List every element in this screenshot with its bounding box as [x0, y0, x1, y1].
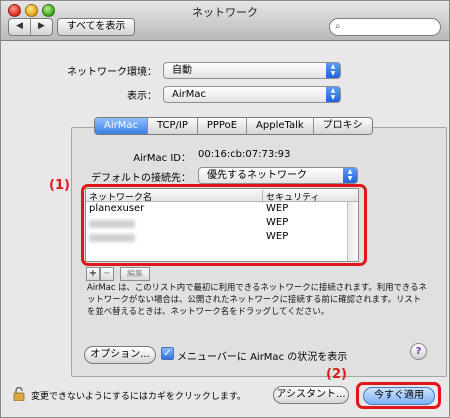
location-label: ネットワーク環境： [67, 67, 157, 78]
show-popup[interactable]: AirMac ▲ ▼ [163, 86, 341, 103]
annotation-label-2: (2) [326, 367, 347, 382]
default-connect-value: 優先するネットワーク [207, 170, 307, 181]
remove-network-button[interactable]: − [100, 267, 114, 281]
menubar-status-checkbox[interactable]: ✓ [161, 347, 174, 360]
annotation-label-1: (1) [49, 178, 70, 193]
popup-arrows-icon: ▲ ▼ [326, 63, 340, 78]
location-value: 自動 [172, 65, 192, 76]
description-text: AirMac は、このリスト内で最初に利用できるネットワークに接続されます。利用… [87, 282, 427, 316]
show-value: AirMac [172, 89, 206, 100]
annotation-box-2 [356, 382, 441, 409]
airmac-id-value: 00:16:cb:07:73:93 [198, 149, 291, 160]
show-label: 表示： [127, 91, 157, 102]
add-network-button[interactable]: + [86, 267, 100, 281]
help-button[interactable]: ? [410, 343, 427, 360]
menubar-status-label: メニューバーに AirMac の状況を表示 [177, 352, 348, 363]
popup-arrows-icon: ▲ ▼ [326, 87, 340, 102]
show-all-button[interactable]: すべてを表示 [57, 18, 135, 36]
edit-network-button[interactable]: 編集 [120, 267, 150, 281]
tab-airmac[interactable]: AirMac [95, 118, 147, 134]
tab-appletalk[interactable]: AppleTalk [246, 118, 313, 134]
options-button[interactable]: オプション... [84, 346, 156, 364]
popup-arrows-icon: ▲ ▼ [343, 168, 357, 183]
settings-tabs: AirMac TCP/IP PPPoE AppleTalk プロキシ [94, 117, 373, 135]
network-preferences-window: ネットワーク ◀ ▶ すべてを表示 ⌕ ネットワーク環境： 自動 ▲ ▼ 表示： … [0, 0, 450, 418]
back-forward-control: ◀ ▶ [8, 18, 53, 36]
back-icon[interactable]: ◀ [9, 19, 30, 35]
annotation-box-1 [81, 184, 367, 266]
assistant-button[interactable]: アシスタント... [273, 386, 349, 404]
search-field[interactable]: ⌕ [329, 18, 441, 36]
search-icon: ⌕ [335, 21, 341, 32]
tab-proxy[interactable]: プロキシ [312, 118, 372, 134]
airmac-id-label: AirMac ID： [133, 153, 191, 164]
default-connect-label: デフォルトの接続先： [91, 173, 191, 184]
forward-icon[interactable]: ▶ [30, 19, 52, 35]
title-bar: ネットワーク ◀ ▶ すべてを表示 ⌕ [1, 1, 449, 41]
default-connect-popup[interactable]: 優先するネットワーク ▲ ▼ [198, 167, 358, 184]
location-popup[interactable]: 自動 ▲ ▼ [163, 62, 341, 79]
tab-pppoe[interactable]: PPPoE [196, 118, 246, 134]
lock-hint-text: 変更できないようにするにはカギをクリックします。 [31, 392, 247, 402]
tab-tcpip[interactable]: TCP/IP [146, 118, 197, 134]
lock-icon[interactable] [13, 387, 25, 401]
